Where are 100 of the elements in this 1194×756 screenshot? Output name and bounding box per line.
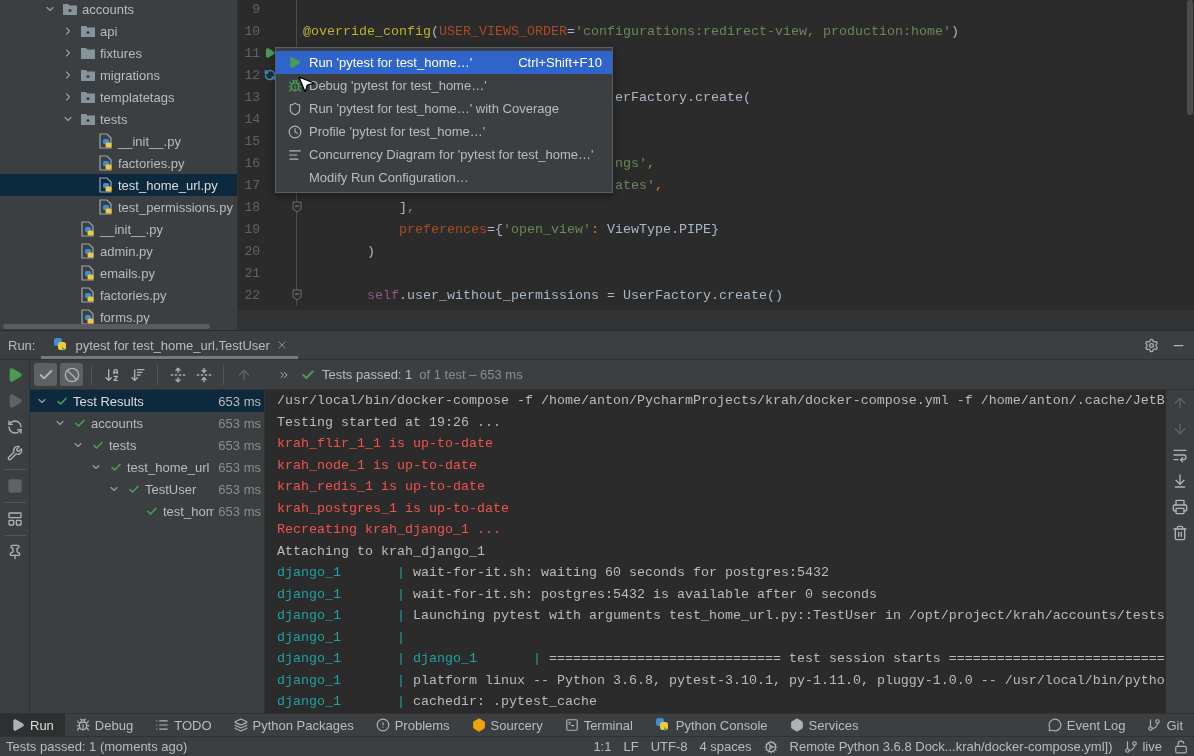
tree-item[interactable]: forms.py <box>0 306 237 328</box>
tree-item[interactable]: admin.py <box>0 240 237 262</box>
rerun-icon[interactable] <box>264 69 276 81</box>
branch-icon <box>1124 739 1139 754</box>
tool-window-button[interactable]: Problems <box>364 714 461 736</box>
status-item[interactable]: 4 spaces <box>699 739 752 754</box>
test-status: Tests passed: 1 <box>322 367 413 382</box>
tool-window-button[interactable]: TODO <box>144 714 223 736</box>
console-line: krah_postgres_1 is up-to-date <box>277 499 510 518</box>
toolbar-button[interactable] <box>60 363 83 386</box>
ignored-icon <box>63 366 80 383</box>
python-file-icon <box>99 133 113 149</box>
line-number: 11 <box>243 45 260 61</box>
list-icon <box>155 718 170 732</box>
status-item[interactable]: LF <box>623 739 639 754</box>
soft-wrap-icon <box>1172 447 1188 463</box>
tree-item[interactable]: emails.py <box>0 262 237 284</box>
test-tree-item[interactable]: tests 653 ms <box>30 434 264 456</box>
test-tree-item[interactable]: TestUser 653 ms <box>30 478 264 500</box>
cube-icon <box>471 718 486 732</box>
tool-window-button[interactable]: Git <box>1136 714 1194 736</box>
menu-item[interactable]: Debug 'pytest for test_home…' <box>276 74 612 97</box>
menu-item[interactable]: Modify Run Configuration… <box>276 166 612 189</box>
duration-label: 653 ms <box>217 459 262 475</box>
code-line: ates', <box>615 177 663 193</box>
line-number: 21 <box>243 265 260 281</box>
status-item[interactable]: Remote Python 3.6.8 Dock...krah/docker-compose.yml]) <box>789 739 1113 754</box>
line-number: 15 <box>243 133 260 149</box>
tree-item[interactable]: factories.py <box>0 152 237 174</box>
tool-window-button[interactable]: Python Console <box>643 714 779 736</box>
folder-icon <box>81 47 95 59</box>
test-tree-item[interactable]: Test Results 653 ms <box>30 390 264 412</box>
duration-label: 653 ms <box>217 437 262 453</box>
toolbar-button[interactable] <box>34 363 57 386</box>
tree-item[interactable]: tests <box>0 108 237 130</box>
menu-item[interactable]: Profile 'pytest for test_home…' <box>276 120 612 143</box>
print-icon <box>1172 499 1188 515</box>
menu-item[interactable]: Run 'pytest for test_home…' Ctrl+Shift+F10 <box>276 51 612 74</box>
menu-item[interactable]: Run 'pytest for test_home…' with Coverage <box>276 97 612 120</box>
interpreter-settings-icon[interactable] <box>763 739 778 754</box>
console-line: krah_flir_1_1 is up-to-date <box>277 435 494 453</box>
console-line: krah_redis_1 is up-to-date <box>277 478 486 496</box>
line-number: 16 <box>243 155 260 171</box>
console-line: django_1 | wait-for-it.sh: waiting 60 seconds for postgres:5432 <box>277 564 830 582</box>
tool-window-button[interactable]: Debug <box>64 714 145 736</box>
collapse-all-icon <box>195 366 212 383</box>
check-icon <box>301 367 315 382</box>
scrollbar[interactable] <box>3 324 210 329</box>
tree-item[interactable]: fixtures <box>0 42 237 64</box>
test-tree-item[interactable]: accounts 653 ms <box>30 412 264 434</box>
tree-item[interactable]: __init__.py <box>0 130 237 152</box>
tree-item[interactable]: factories.py <box>0 284 237 306</box>
terminal-icon <box>564 718 579 732</box>
duration-label: 653 ms <box>217 481 262 497</box>
tree-item[interactable]: test_permissions.py <box>0 196 237 218</box>
tool-window-button[interactable]: Sourcery <box>460 714 554 736</box>
tool-window-button[interactable]: Python Packages <box>222 714 365 736</box>
auto-test-icon <box>6 419 23 435</box>
scrollbar[interactable] <box>1187 0 1193 115</box>
tool-window-button[interactable]: Terminal <box>553 714 644 736</box>
branch-widget[interactable]: live <box>1124 739 1162 754</box>
shield-icon <box>288 101 302 116</box>
tree-item[interactable]: test_home_url.py <box>0 174 237 196</box>
code-line: ) <box>367 243 375 259</box>
status-item[interactable]: 1:1 <box>593 739 612 754</box>
menu-item[interactable]: Concurrency Diagram for 'pytest for test_home…' <box>276 143 612 166</box>
code-line: ], <box>399 199 415 215</box>
scroll-to-end-icon <box>1172 473 1188 489</box>
tool-window-button[interactable]: Run <box>0 714 65 736</box>
package-folder-icon <box>81 113 95 125</box>
test-tree-item[interactable]: test_home_url 653 ms <box>30 456 264 478</box>
run-icon[interactable] <box>264 47 276 59</box>
tool-window-button[interactable]: Services <box>778 714 870 736</box>
run-icon <box>288 56 301 69</box>
lock-icon[interactable] <box>1174 739 1188 754</box>
status-item[interactable]: UTF-8 <box>650 739 688 754</box>
alert-icon <box>375 718 390 732</box>
tree-item[interactable]: migrations <box>0 64 237 86</box>
line-number: 19 <box>243 221 260 237</box>
line-number: 13 <box>243 89 260 105</box>
duration-label: 653 ms <box>217 415 262 431</box>
line-number: 12 <box>243 67 260 83</box>
duration-label: 653 ms <box>217 393 262 409</box>
tool-window-button[interactable]: Event Log <box>1036 714 1137 736</box>
code-line: erFactory.create( <box>615 89 751 105</box>
settings-icon[interactable] <box>1144 337 1159 353</box>
bug-icon <box>288 78 302 93</box>
bug-icon <box>75 718 90 732</box>
branch-icon <box>1147 718 1162 732</box>
tree-item[interactable]: __init__.py <box>0 218 237 240</box>
speech-bubble-icon <box>1047 718 1062 732</box>
tree-item[interactable]: templatetags <box>0 86 237 108</box>
tree-item[interactable]: accounts <box>0 0 237 20</box>
lines-icon <box>288 147 302 162</box>
tree-item[interactable]: api <box>0 20 237 42</box>
status-message: Tests passed: 1 (moments ago) <box>6 739 188 754</box>
line-number: 17 <box>243 177 260 193</box>
python-file-icon <box>81 287 95 303</box>
python-file-icon <box>99 155 113 171</box>
code-line: @override_config(USER_VIEWS_ORDER='configurations:redirect-view, production:home') <box>303 23 959 39</box>
